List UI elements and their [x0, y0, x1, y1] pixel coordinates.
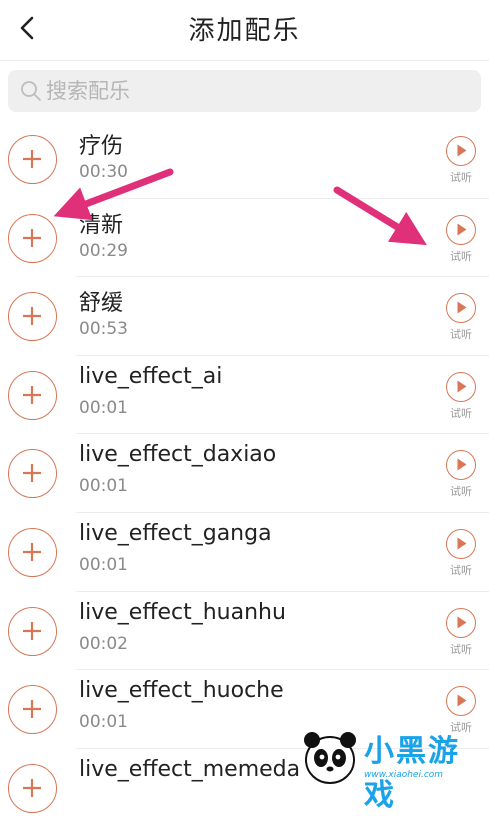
watermark-logo: 小黑游戏 www.xiaohei.com — [298, 722, 488, 813]
panda-logo-icon — [304, 732, 356, 784]
annotation-arrows — [53, 168, 427, 246]
arrow-to-add-button — [53, 168, 174, 221]
arrow-to-preview-button — [333, 186, 427, 246]
watermark-url: www.xiaohei.com — [364, 770, 444, 780]
